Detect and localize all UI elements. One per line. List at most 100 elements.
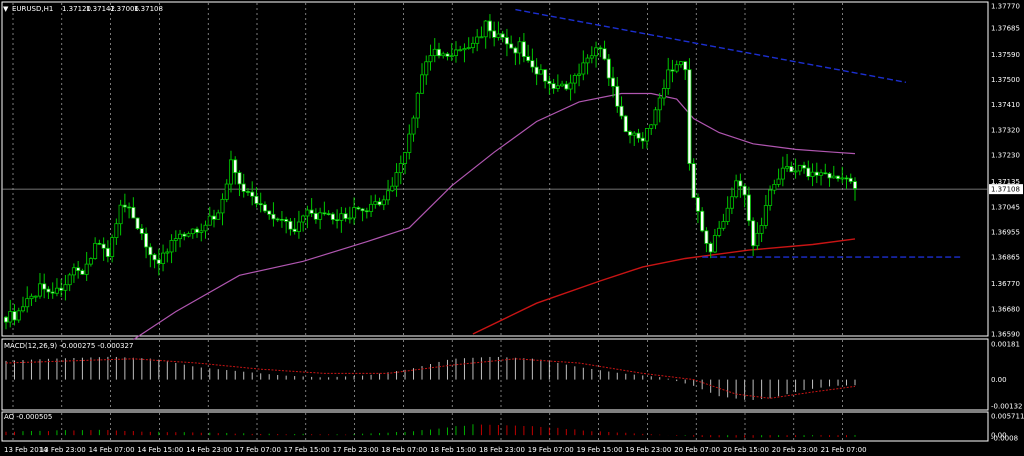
candle-body (37, 283, 42, 297)
candle-body (466, 47, 471, 49)
candle-body (411, 117, 416, 135)
candle-body (814, 171, 819, 176)
candle-body (207, 215, 212, 226)
candle-body (220, 198, 225, 214)
candle-body (46, 288, 51, 293)
candle-body (547, 80, 552, 85)
candle-body (700, 210, 705, 232)
candle-body (241, 183, 246, 192)
candle-body (415, 92, 420, 119)
ma-slow-line (472, 238, 856, 335)
candle-body (178, 233, 183, 240)
price-tick-label: 1.37230 (991, 152, 1020, 160)
candle-body (432, 48, 437, 57)
candle-body (683, 61, 688, 71)
candle-body (581, 62, 586, 75)
candle-body (139, 228, 144, 234)
price-axis: 1.37770 1.37685 1.37590 1.37500 1.37410 1.373… (989, 3, 1024, 443)
candle-body (619, 105, 624, 117)
candle-body (330, 213, 335, 220)
price-tick-label: 1.37685 (991, 24, 1020, 32)
candle-body (751, 220, 756, 247)
candle-body (122, 204, 127, 208)
candle-body (428, 55, 433, 63)
candle-body (721, 221, 726, 229)
price-tick-label: 1.37770 (991, 3, 1020, 11)
macd-tick-label: 0.00181 (991, 341, 1020, 349)
symbol-label: EURUSD,H1 (12, 5, 53, 13)
candle-body (708, 243, 713, 253)
candle-body (755, 232, 760, 247)
candle-body (110, 237, 115, 257)
candle-body (564, 83, 569, 90)
candle-body (258, 203, 263, 206)
candle-body (772, 183, 777, 191)
candle-body (195, 228, 200, 233)
time-tick-label: 21 Feb 07:00 (821, 446, 867, 454)
time-tick-label: 14 Feb 07:00 (89, 446, 135, 454)
candle-body (403, 152, 408, 164)
candle-body (152, 254, 157, 261)
candle-body (653, 109, 658, 126)
candle-body (780, 167, 785, 180)
candle-body (802, 164, 807, 169)
macd-tick-label: 0.00 (991, 376, 1007, 384)
candle-body (458, 49, 463, 52)
candle-body (487, 20, 492, 32)
candle-body (734, 180, 739, 198)
current-price-value: 1.37108 (991, 186, 1020, 194)
candle-body (228, 159, 233, 185)
candle-body (810, 171, 815, 177)
candle-body (492, 30, 497, 38)
candle-body (20, 306, 25, 312)
candle-body (131, 207, 136, 219)
candle-body (173, 238, 178, 241)
candle-body (254, 195, 259, 204)
time-axis: 13 Feb 201413 Feb 23:00 14 Feb 07:00 14 Fe… (4, 446, 867, 454)
candle-body (687, 69, 692, 165)
candle-body (449, 55, 454, 58)
candle-body (555, 85, 560, 89)
candle-body (165, 251, 170, 254)
candle-body (50, 291, 55, 294)
candle-body (118, 204, 123, 225)
candle-body (572, 75, 577, 84)
symbol-triangle-icon: ▼ (3, 5, 9, 13)
candle-body (509, 43, 514, 49)
candle-body (538, 69, 543, 75)
candle-body (267, 210, 272, 215)
candle-body (551, 83, 556, 89)
price-tick-label: 1.36770 (991, 280, 1020, 288)
candle-body (500, 33, 505, 38)
price-tick-label: 1.37590 (991, 51, 1020, 59)
candle-body (373, 201, 378, 205)
candle-body (144, 233, 149, 248)
candle-body (76, 267, 81, 271)
price-tick-label: 1.36590 (991, 331, 1020, 339)
candle-body (212, 215, 217, 220)
candle-body (59, 287, 64, 291)
candle-body (674, 64, 679, 72)
price-tick-label: 1.37045 (991, 203, 1020, 211)
chart-canvas: 1.37770 1.37685 1.37590 1.37500 1.37410 1.373… (1, 1, 1024, 454)
candle-body (670, 69, 675, 72)
candle-body (199, 230, 204, 233)
candle-body (836, 175, 841, 180)
candle-body (479, 36, 484, 39)
candle-body (271, 213, 276, 220)
candle-body (475, 36, 480, 44)
candle-body (29, 295, 34, 300)
price-tick-label: 1.37410 (991, 101, 1020, 109)
candle-body (364, 210, 369, 213)
candle-body (292, 228, 297, 232)
ao-panel-border (1, 411, 989, 442)
candle-body (560, 83, 565, 87)
candle-body (105, 247, 110, 257)
time-tick-label: 17 Feb 23:00 (333, 446, 379, 454)
candle-body (377, 201, 382, 206)
candle-body (840, 177, 845, 180)
candle-body (853, 181, 858, 189)
candle-body (577, 73, 582, 76)
candle-body (526, 56, 531, 62)
quote-close: 1.37108 (134, 5, 163, 13)
